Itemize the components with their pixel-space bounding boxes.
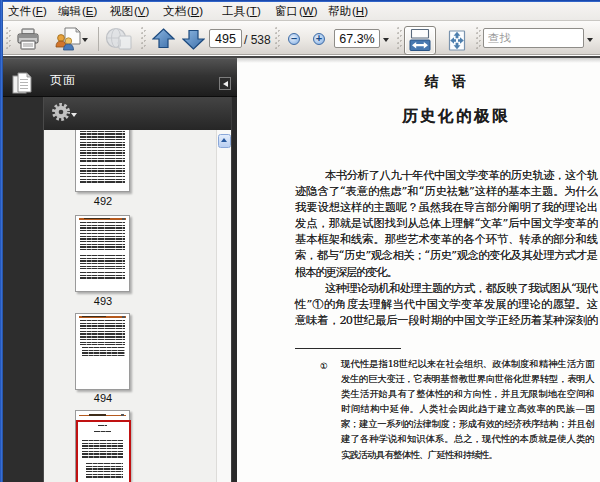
pages-panel-header: 页面 — [3, 58, 237, 98]
menu-view[interactable]: 视图(V) — [110, 2, 149, 20]
navigation-icon-column — [3, 97, 44, 482]
application-window: 文件(F) 编辑(E) 视图(V) 文档(D) 工具(T) 窗口(W) 帮助(H… — [0, 0, 600, 482]
body-line: 索，都与“历史”观念相关；“历史”观念的变化及其处理方式才是 — [295, 248, 597, 264]
search-input[interactable] — [483, 28, 584, 48]
menu-window[interactable]: 窗口(W) — [275, 2, 318, 20]
share-disabled-icon — [105, 27, 133, 52]
body-line: 本书分析了八九十年代中国文学变革的历史轨迹，这个轨 — [295, 168, 597, 184]
footnote-line: 发生的巨大变迁，它表明基督教世界向世俗化世界转型，表明人 — [341, 371, 594, 386]
window-left-border — [0, 0, 3, 482]
toolbar: / 538 – + — [3, 21, 600, 55]
options-dropdown-icon[interactable] — [71, 113, 77, 117]
page-number-input[interactable] — [209, 29, 242, 48]
footnote-line: 类生活开始具有了整体性的和方向性，并且无限制地在空间和 — [341, 386, 594, 401]
menu-tools[interactable]: 工具(T) — [222, 2, 261, 20]
zoom-out-icon[interactable]: – — [288, 33, 300, 45]
fit-page-icon[interactable] — [447, 30, 467, 51]
page-total-label: / 538 — [244, 33, 271, 47]
thumbnail-page-493[interactable] — [75, 215, 130, 292]
zoom-in-icon[interactable]: + — [313, 33, 325, 45]
footnote-text: 现代性是指18世纪以来在社会组织、政体制度和精神生活方面 发生的巨大变迁，它表明… — [341, 356, 594, 462]
body-line: 我要设想这样的主题呢？虽然我在导言部分阐明了我的理论出 — [295, 200, 597, 216]
zoom-dropdown-icon[interactable] — [383, 38, 389, 42]
footnote-marker: ① — [320, 361, 328, 371]
toolbar-grip[interactable] — [6, 27, 11, 50]
toolbar-separator — [98, 27, 99, 51]
collaborate-icon[interactable] — [55, 27, 81, 52]
menu-file[interactable]: 文件(F) — [8, 2, 47, 20]
printer-icon[interactable] — [17, 28, 39, 51]
scroll-up-icon[interactable] — [218, 134, 232, 148]
footnote-line: 时间结构中延伸。人类社会因此趋于建立高效率的民族—国 — [341, 401, 594, 416]
toolbar-grip[interactable] — [476, 27, 481, 50]
zoom-level-input[interactable] — [334, 29, 380, 48]
toolbar-grip[interactable] — [275, 27, 280, 50]
toolbar-shadow — [237, 58, 600, 63]
thumbnails-options-bar — [44, 97, 231, 130]
chapter-subtitle: 历史化的极限 — [402, 106, 510, 127]
next-page-icon[interactable] — [182, 29, 205, 50]
footnote-rule — [295, 348, 401, 349]
body-line: 这种理论动机和处理主题的方式，都反映了我试图从“现代 — [295, 281, 597, 297]
thumbnail-page-492[interactable] — [75, 130, 130, 192]
body-line: 迹隐含了“表意的焦虑”和“历史祛魅”这样的基本主题。为什么 — [295, 184, 597, 200]
menu-help[interactable]: 帮助(H) — [328, 2, 368, 20]
document-page: 结 语 历史化的极限 本书分析了八九十年代中国文学变革的历史轨迹，这个轨 迹隐含… — [237, 58, 600, 482]
thumbnails-panel: 492 493 494 — [44, 130, 231, 482]
body-line: 性”①的角度去理解当代中国文学变革发展的理论的愿望。这 — [295, 297, 597, 313]
footnote-line: 建了各种学说和知识体系。总之，现代性的本质就是使人类的 — [341, 431, 594, 446]
current-view-box[interactable] — [76, 420, 131, 482]
previous-page-icon[interactable] — [152, 28, 175, 49]
body-line: 发点，那就是试图找到从总体上理解“文革”后中国文学变革的 — [295, 216, 597, 232]
menu-bar: 文件(F) 编辑(E) 视图(V) 文档(D) 工具(T) 窗口(W) 帮助(H… — [3, 2, 600, 21]
body-text: 本书分析了八九十年代中国文学变革的历史轨迹，这个轨 迹隐含了“表意的焦虑”和“历… — [295, 168, 597, 330]
thumbnail-label: 492 — [53, 195, 153, 207]
chapter-title: 结 语 — [425, 73, 466, 91]
thumbnail-label: 493 — [53, 295, 153, 307]
menu-edit[interactable]: 编辑(E) — [58, 2, 97, 20]
body-line: 意味着，20世纪最后一段时期的中国文学正经历着某种深刻的 — [295, 313, 597, 329]
footnote-line: 现代性是指18世纪以来在社会组织、政体制度和精神生活方面 — [341, 356, 594, 371]
footnote-line: 实践活动具有整体性、广延性和持续性。 — [341, 447, 594, 462]
pages-icon[interactable] — [12, 72, 32, 96]
footnote-line: 家；建立一系列的法律制度；形成有效的经济秩序结构；并且创 — [341, 416, 594, 431]
pages-panel-title: 页面 — [50, 72, 76, 89]
find-dropdown-icon[interactable] — [587, 38, 593, 42]
menu-document[interactable]: 文档(D) — [163, 2, 203, 20]
thumbnail-page-495[interactable] — [75, 410, 130, 482]
collaborate-dropdown-icon[interactable] — [82, 38, 88, 42]
body-line: 根本的更深层的变化。 — [295, 265, 597, 281]
fit-width-button[interactable] — [404, 26, 436, 55]
thumbnail-label: 494 — [53, 392, 153, 404]
toolbar-grip[interactable] — [397, 27, 402, 50]
thumbnail-page-494[interactable] — [75, 313, 130, 390]
toolbar-grip[interactable] — [141, 27, 146, 50]
collapse-panel-icon[interactable] — [219, 77, 231, 90]
options-gear-icon[interactable] — [50, 101, 72, 123]
thumbnails-scrollbar[interactable] — [216, 130, 231, 482]
body-line: 基本框架和线索。那些艺术变革的各个环节、转承的部分和线 — [295, 232, 597, 248]
